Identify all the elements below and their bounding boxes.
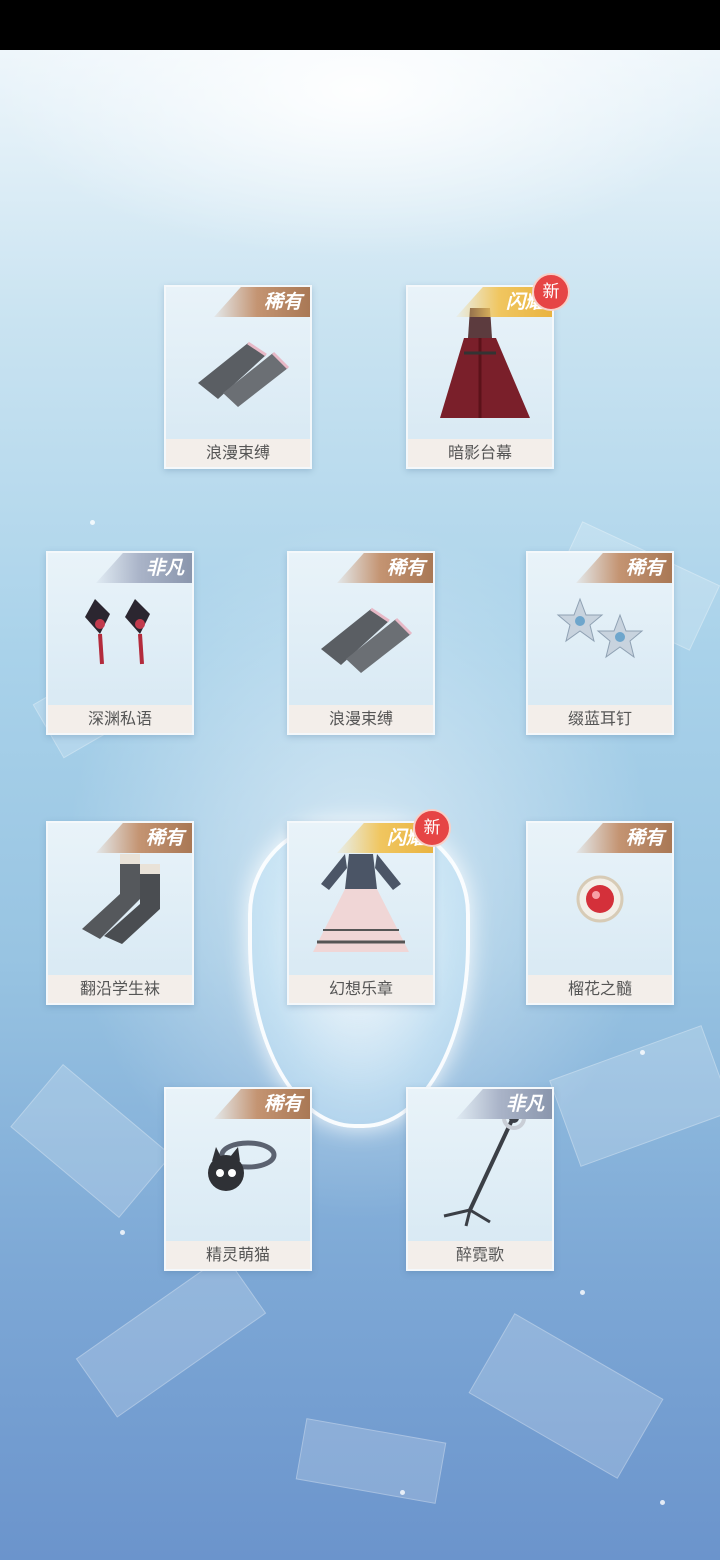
item-name: 深渊私语 (48, 705, 192, 733)
arm-sleeves-icon (321, 607, 413, 673)
item-name: 醉霓歌 (408, 1241, 552, 1269)
reward-card[interactable]: 稀有 榴花之髓 (526, 821, 674, 1005)
reward-scene (0, 50, 720, 1560)
dress-icon (440, 308, 530, 418)
reward-card[interactable]: 闪耀 新 幻想乐章 (287, 809, 451, 1005)
bubble (400, 1490, 405, 1495)
new-badge: 新 (532, 273, 570, 311)
ice-shard (75, 1254, 267, 1418)
new-badge: 新 (413, 809, 451, 847)
ice-shard (10, 1063, 172, 1219)
reward-card[interactable]: 闪耀 新 暗影台幕 (406, 273, 570, 469)
reward-card[interactable]: 稀有 翻沿学生袜 (46, 821, 194, 1005)
reward-card[interactable]: 非凡 深渊私语 (46, 551, 194, 735)
cat-hairtie-icon (208, 1140, 277, 1191)
reward-card[interactable]: 稀有 浪漫束缚 (164, 285, 312, 469)
gown-icon (313, 854, 409, 952)
item-name: 浪漫束缚 (289, 705, 433, 733)
item-name: 榴花之髓 (528, 975, 672, 1003)
arm-sleeves-icon (198, 341, 290, 407)
item-name: 缀蓝耳钉 (528, 705, 672, 733)
reward-card[interactable]: 非凡 醉霓歌 (406, 1087, 554, 1271)
status-bar (0, 0, 720, 50)
reward-card[interactable]: 稀有 浪漫束缚 (287, 551, 435, 735)
stud-earrings-icon (556, 597, 644, 659)
bubble (660, 1500, 665, 1505)
bubble (120, 1230, 125, 1235)
item-name: 幻想乐章 (289, 975, 433, 1003)
reward-card[interactable]: 稀有 缀蓝耳钉 (526, 551, 674, 735)
item-name: 暗影台幕 (408, 439, 552, 467)
item-name: 翻沿学生袜 (48, 975, 192, 1003)
bubble (640, 1050, 645, 1055)
earrings-icon (85, 599, 150, 665)
ice-shard (549, 1025, 720, 1167)
bubble (90, 520, 95, 525)
ring-icon (576, 875, 624, 923)
socks-icon (82, 854, 160, 944)
ice-shard (295, 1418, 447, 1504)
mic-stand-icon (443, 1106, 526, 1227)
item-name: 浪漫束缚 (166, 439, 310, 467)
reward-card[interactable]: 稀有 精灵萌猫 (164, 1087, 312, 1271)
item-name: 精灵萌猫 (166, 1241, 310, 1269)
bubble (580, 1290, 585, 1295)
ice-shard (468, 1313, 664, 1479)
